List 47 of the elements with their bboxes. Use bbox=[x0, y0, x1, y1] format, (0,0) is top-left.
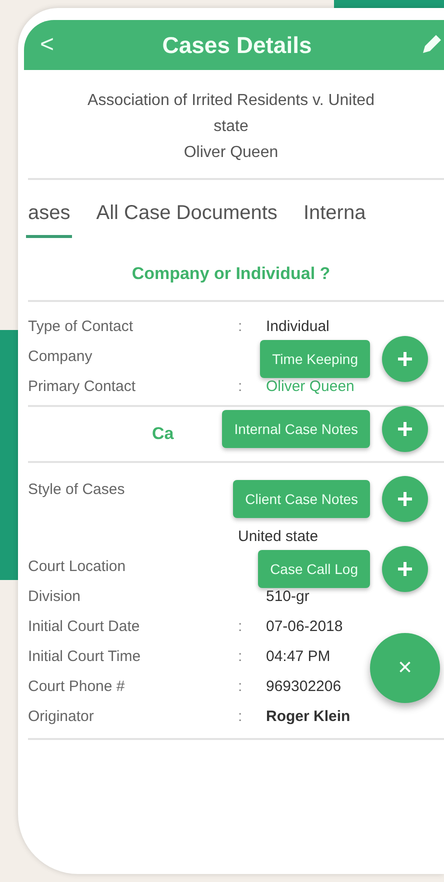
colon: : bbox=[238, 678, 244, 694]
field-value: 07-06-2018 bbox=[266, 618, 343, 634]
field-value: 510-gr bbox=[266, 588, 310, 604]
field-value: 969302206 bbox=[266, 678, 342, 694]
fab-action-label[interactable]: Case Call Log bbox=[258, 550, 370, 588]
field-value: Roger Klein bbox=[266, 708, 350, 724]
tab[interactable]: All Case Documents bbox=[94, 202, 280, 238]
field-label: Originator bbox=[28, 708, 95, 724]
field-label: Court Phone # bbox=[28, 678, 126, 694]
field-label: Company bbox=[28, 348, 94, 364]
case-title: Association of Irrited Residents v. United state bbox=[86, 91, 376, 137]
field-label: Style of Cases bbox=[28, 480, 126, 498]
colon: : bbox=[238, 378, 244, 394]
field-label: Division bbox=[28, 588, 82, 604]
add-button[interactable] bbox=[382, 406, 428, 452]
colon: : bbox=[238, 648, 244, 664]
fab-action-label[interactable]: Internal Case Notes bbox=[222, 410, 370, 448]
tab[interactable]: Interna bbox=[301, 202, 368, 238]
colon: : bbox=[238, 708, 244, 724]
section-heading: Ca bbox=[152, 424, 174, 444]
colon: : bbox=[238, 618, 244, 634]
tab[interactable]: ases bbox=[26, 202, 72, 238]
colon: : bbox=[238, 318, 244, 334]
plus-icon bbox=[397, 491, 413, 507]
field-label: Type of Contact bbox=[28, 318, 134, 334]
plus-icon bbox=[397, 421, 413, 437]
field-value: 04:47 PM bbox=[266, 648, 330, 664]
field-label: Primary Contact bbox=[28, 378, 137, 394]
add-button[interactable] bbox=[382, 546, 428, 592]
plus-icon bbox=[397, 351, 413, 367]
field-label: Court Location bbox=[28, 558, 127, 574]
client-name: Oliver Queen bbox=[184, 143, 278, 163]
section-heading: Company or Individual ? bbox=[130, 264, 332, 284]
field-value: United state bbox=[238, 528, 318, 544]
field-value[interactable]: Oliver Queen bbox=[266, 378, 354, 394]
pencil-icon[interactable] bbox=[420, 32, 442, 56]
fab-action-label[interactable]: Client Case Notes bbox=[233, 480, 370, 518]
back-button[interactable]: < bbox=[34, 31, 60, 59]
field-label: Initial Court Date bbox=[28, 618, 141, 634]
close-button[interactable]: × bbox=[370, 633, 440, 703]
field-label: Initial Court Time bbox=[28, 648, 142, 664]
field-value: Individual bbox=[266, 318, 330, 334]
plus-icon bbox=[397, 561, 413, 577]
add-button[interactable] bbox=[382, 476, 428, 522]
add-button[interactable] bbox=[382, 336, 428, 382]
page-title: Cases Details bbox=[161, 32, 313, 58]
fab-action-label[interactable]: Time Keeping bbox=[260, 340, 370, 378]
